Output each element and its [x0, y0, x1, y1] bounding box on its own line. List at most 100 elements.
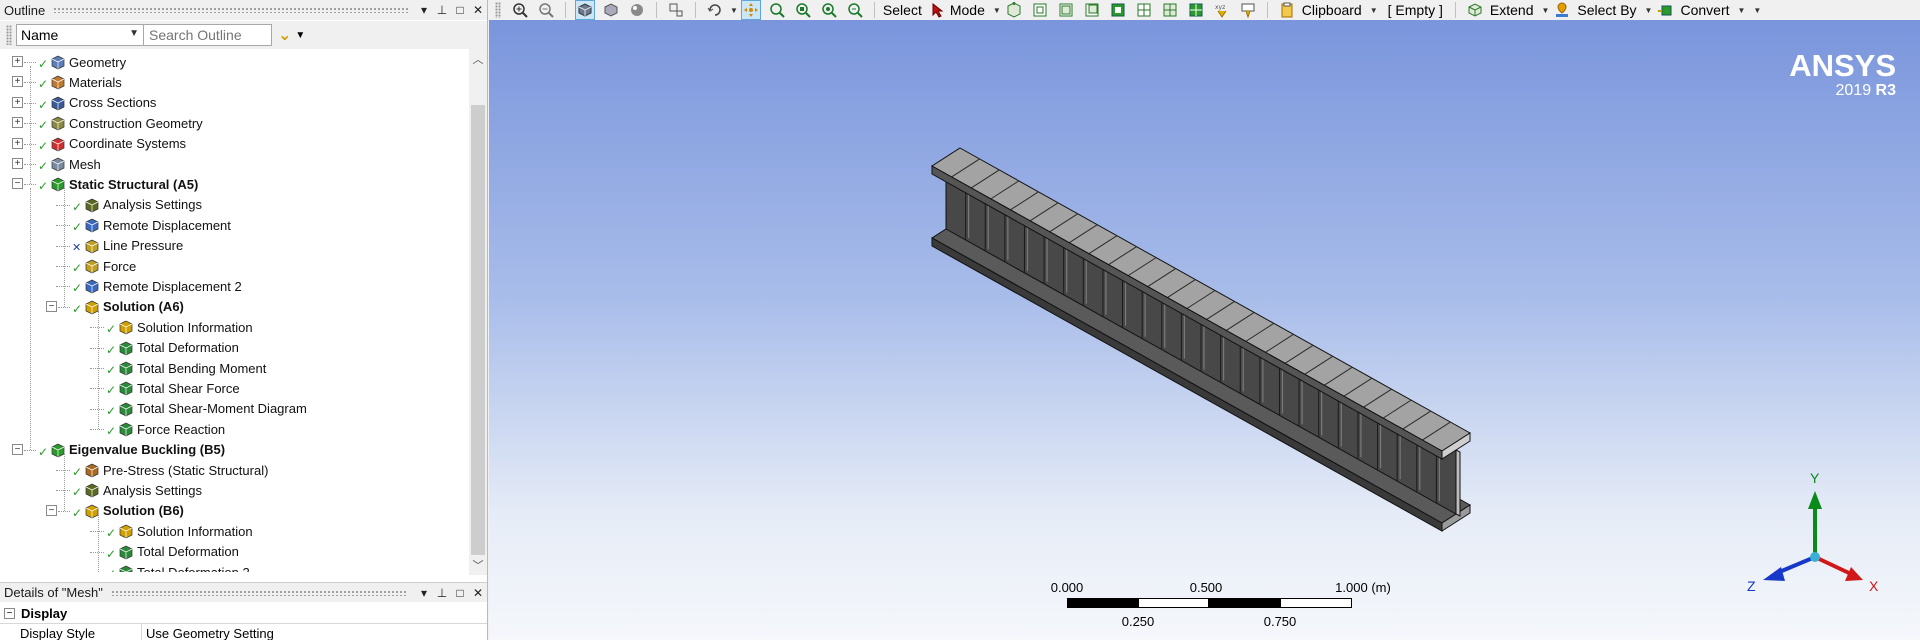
- chevron-down-icon[interactable]: ▼: [1738, 6, 1746, 15]
- filter-type-select[interactable]: Name ▼: [16, 24, 144, 46]
- select-mesh-icon[interactable]: [1187, 1, 1205, 19]
- chevron-down-icon[interactable]: ▼: [1541, 6, 1549, 15]
- mode-dropdown[interactable]: Mode: [950, 2, 985, 18]
- tree-item[interactable]: ✓ Total Bending Moment: [106, 358, 266, 378]
- tree-item[interactable]: ✓ Materials: [38, 72, 122, 92]
- magnifier-icon[interactable]: [846, 1, 864, 19]
- tree-item[interactable]: ✓ Pre-Stress (Static Structural): [72, 460, 268, 480]
- filter-chevron-icon[interactable]: ⌄: [278, 25, 291, 45]
- expander-icon[interactable]: +: [12, 96, 23, 108]
- tree-item[interactable]: ✓ Coordinate Systems: [38, 134, 186, 154]
- wireframe-icon[interactable]: [602, 1, 620, 19]
- toolbar-overflow-icon[interactable]: ▼: [295, 30, 305, 41]
- tree-item[interactable]: ✓ Mesh: [38, 154, 101, 174]
- tree-item[interactable]: ✓ Force: [72, 256, 136, 276]
- expander-icon[interactable]: −: [12, 178, 23, 190]
- coordinate-pick-icon[interactable]: xyz: [1213, 1, 1231, 19]
- tree-item[interactable]: ✕ Line Pressure: [72, 236, 183, 256]
- tree-item[interactable]: ✓ Force Reaction: [106, 419, 225, 439]
- expander-icon[interactable]: −: [12, 443, 23, 455]
- tree-item[interactable]: ✓ Geometry: [38, 52, 126, 72]
- details-category-display[interactable]: − Display: [0, 604, 487, 624]
- dropdown-icon[interactable]: ▾: [416, 3, 432, 17]
- collapse-icon[interactable]: −: [4, 608, 15, 619]
- display-options-icon[interactable]: [628, 1, 646, 19]
- clipboard-icon[interactable]: [1278, 1, 1296, 19]
- rotate-icon[interactable]: [706, 1, 724, 19]
- tree-item[interactable]: ✓ Remote Displacement: [72, 215, 231, 235]
- i-beam-model[interactable]: [489, 20, 1920, 640]
- expander-icon[interactable]: −: [46, 300, 57, 312]
- chevron-down-icon[interactable]: ▼: [730, 6, 738, 15]
- select-cursor-icon[interactable]: [929, 1, 947, 19]
- maximize-icon[interactable]: □: [452, 586, 468, 600]
- probe-label-icon[interactable]: [1239, 1, 1257, 19]
- expander-icon[interactable]: +: [12, 56, 23, 67]
- tree-item[interactable]: ✓ Remote Displacement 2: [72, 276, 242, 296]
- title-grip[interactable]: [110, 589, 408, 596]
- select-body-icon[interactable]: [1083, 1, 1101, 19]
- scroll-down-icon[interactable]: ﹀: [469, 557, 487, 573]
- toolbar-grip[interactable]: [6, 25, 12, 45]
- maximize-icon[interactable]: □: [452, 3, 468, 17]
- tree-item[interactable]: ✓ Static Structural (A5): [38, 174, 198, 194]
- close-icon[interactable]: ✕: [470, 3, 486, 17]
- tree-item[interactable]: ✓ Solution Information: [106, 521, 253, 541]
- zoom-to-fit-icon[interactable]: [820, 1, 838, 19]
- extend-dropdown[interactable]: Extend: [1490, 2, 1534, 18]
- outline-scrollbar[interactable]: ︿ ﹀: [469, 49, 487, 575]
- box-zoom-icon[interactable]: [794, 1, 812, 19]
- axis-triad[interactable]: Y X Z: [1741, 465, 1881, 605]
- tree-item[interactable]: ✓ Total Deformation 2: [106, 562, 250, 572]
- select-nodes-icon[interactable]: [1135, 1, 1153, 19]
- tree-item[interactable]: ✓ Cross Sections: [38, 93, 156, 113]
- select-vertex-icon[interactable]: [1005, 1, 1023, 19]
- scrollbar-thumb[interactable]: [471, 105, 485, 555]
- zoom-in-icon[interactable]: [511, 1, 529, 19]
- tree-item[interactable]: ✓ Total Shear Force: [106, 378, 240, 398]
- dropdown-icon[interactable]: ▾: [416, 586, 432, 600]
- expander-icon[interactable]: +: [12, 117, 23, 129]
- shaded-display-icon[interactable]: [575, 0, 595, 20]
- toolbar-grip[interactable]: [495, 2, 501, 18]
- zoom-out-icon[interactable]: [537, 1, 555, 19]
- clipboard-dropdown[interactable]: Clipboard: [1302, 2, 1362, 18]
- pin-icon[interactable]: ⊥: [434, 3, 450, 17]
- chevron-down-icon[interactable]: ▼: [1370, 6, 1378, 15]
- search-outline-input[interactable]: [144, 24, 272, 46]
- expander-icon[interactable]: −: [46, 504, 57, 516]
- tree-item[interactable]: ✓ Construction Geometry: [38, 113, 203, 133]
- scroll-up-icon[interactable]: ︿: [469, 51, 487, 67]
- select-edge-icon[interactable]: [1031, 1, 1049, 19]
- expander-icon[interactable]: +: [12, 76, 23, 88]
- tree-item[interactable]: ✓ Total Shear-Moment Diagram: [106, 399, 307, 419]
- close-icon[interactable]: ✕: [470, 586, 486, 600]
- chevron-down-icon[interactable]: ▼: [993, 6, 1001, 15]
- expander-icon[interactable]: +: [12, 158, 23, 169]
- tree-item[interactable]: ✓ Analysis Settings: [72, 480, 202, 500]
- zoom-icon[interactable]: [768, 1, 786, 19]
- select-elements-icon[interactable]: [1161, 1, 1179, 19]
- title-grip[interactable]: [53, 7, 408, 13]
- tree-item[interactable]: ✓ Total Deformation: [106, 338, 239, 358]
- edge-display-icon[interactable]: [667, 1, 685, 19]
- tree-item[interactable]: ✓ Total Deformation: [106, 542, 239, 562]
- pin-icon[interactable]: ⊥: [434, 586, 450, 600]
- extend-icon[interactable]: [1466, 1, 1484, 19]
- select-by-icon[interactable]: [1553, 1, 1571, 19]
- chevron-down-icon[interactable]: ▼: [1645, 6, 1653, 15]
- pan-icon[interactable]: [740, 0, 761, 20]
- convert-icon[interactable]: [1656, 1, 1674, 19]
- select-element-face-icon[interactable]: [1109, 1, 1127, 19]
- tree-item[interactable]: ✓ Eigenvalue Buckling (B5): [38, 440, 225, 460]
- convert-dropdown[interactable]: Convert: [1680, 2, 1729, 18]
- details-row-display-style[interactable]: Display Style Use Geometry Setting: [0, 623, 487, 640]
- tree-item[interactable]: ✓ Analysis Settings: [72, 195, 202, 215]
- select-button[interactable]: Select: [883, 2, 922, 18]
- expander-icon[interactable]: +: [12, 137, 23, 149]
- graphics-viewport[interactable]: ANSYS 2019 R3 0.000 0.500 1.000 (m) 0.25…: [489, 20, 1920, 640]
- tree-item[interactable]: ✓ Solution Information: [106, 317, 253, 337]
- select-face-icon[interactable]: [1057, 1, 1075, 19]
- select-by-dropdown[interactable]: Select By: [1577, 2, 1636, 18]
- toolbar-overflow-icon[interactable]: ▼: [1753, 6, 1761, 15]
